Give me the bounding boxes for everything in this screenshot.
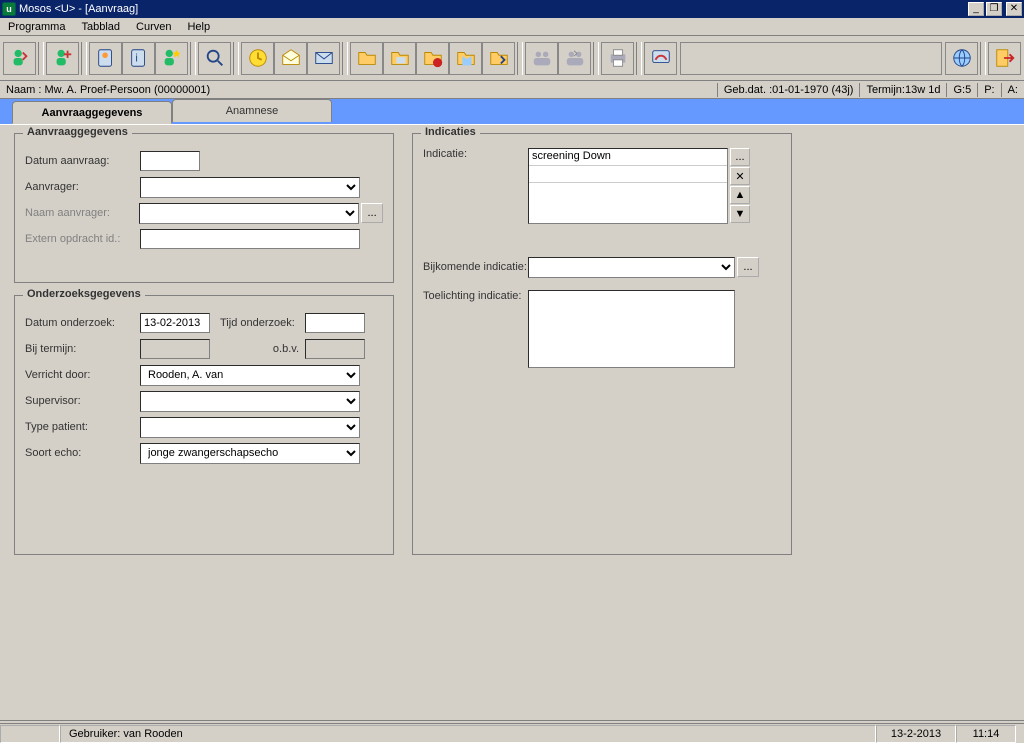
label-datum-onderzoek: Datum onderzoek: [25,317,140,329]
group-legend: Onderzoeksgegevens [23,288,145,300]
patient-termijn: Termijn:13w 1d [859,83,946,97]
tool-folder-1[interactable] [350,42,383,75]
window-title: Mosos <U> - [Aanvraag] [19,3,138,15]
tool-print[interactable] [601,42,634,75]
textarea-toelichting-indicatie[interactable] [528,290,735,368]
button-bijkomende-ellipsis[interactable]: ... [737,257,759,277]
app-icon: u [2,2,16,16]
tool-folder-warn[interactable] [416,42,449,75]
label-aanvrager: Aanvrager: [25,181,140,193]
input-tijd-onderzoek[interactable] [305,313,365,333]
list-item[interactable]: screening Down [529,149,727,166]
tab-label: Anamnese [226,105,279,117]
group-aanvraaggegevens: Aanvraaggegevens Datum aanvraag: Aanvrag… [14,133,394,283]
patient-name: Naam : Mw. A. Proef-Persoon (00000001) [0,83,216,97]
select-supervisor[interactable] [140,391,360,412]
input-datum-aanvraag[interactable] [140,151,200,171]
status-left-blank [0,725,60,743]
svg-text:i: i [135,53,137,65]
button-indicatie-up[interactable]: ▲ [730,186,750,204]
label-extern-opdracht: Extern opdracht id.: [25,233,140,245]
button-indicatie-remove[interactable]: ✕ [730,167,750,185]
label-verricht-door: Verricht door: [25,369,140,381]
label-indicatie: Indicatie: [423,148,528,160]
select-type-patient[interactable] [140,417,360,438]
input-datum-onderzoek[interactable] [140,313,210,333]
button-indicatie-down[interactable]: ▼ [730,205,750,223]
patient-g: G:5 [946,83,977,97]
restore-button[interactable]: ❐ [986,2,1002,16]
label-tijd-onderzoek: Tijd onderzoek: [220,317,305,329]
group-indicaties: Indicaties Indicatie: screening Down ...… [412,133,792,555]
toolbar: i [0,36,1024,81]
label-datum-aanvraag: Datum aanvraag: [25,155,140,167]
button-indicatie-ellipsis[interactable]: ... [730,148,750,166]
label-supervisor: Supervisor: [25,395,140,407]
tool-clock[interactable] [241,42,274,75]
content-area: Aanvraaggegevens Datum aanvraag: Aanvrag… [0,124,1024,708]
tool-person-back[interactable] [3,42,36,75]
tool-folder-2[interactable] [383,42,416,75]
label-bij-termijn: Bij termijn: [25,343,140,355]
minimize-button[interactable]: _ [968,2,984,16]
status-time: 11:14 [956,725,1016,743]
label-toelichting-indicatie: Toelichting indicatie: [423,290,528,302]
label-obv: o.b.v. [220,343,305,355]
menu-curven[interactable]: Curven [128,20,179,34]
tool-mail-open[interactable] [274,42,307,75]
button-naam-aanvrager-ellipsis[interactable]: ... [361,203,383,223]
tab-anamnese[interactable]: Anamnese [172,99,332,122]
close-window-button[interactable]: ✕ [1006,2,1022,16]
select-bijkomende-indicatie[interactable] [528,257,735,278]
tab-aanvraaggegevens[interactable]: Aanvraaggegevens [12,101,172,124]
select-verricht-door[interactable]: Rooden, A. van [140,365,360,386]
input-extern-opdracht[interactable] [140,229,360,249]
input-obv [305,339,365,359]
list-indicatie[interactable]: screening Down [528,148,728,224]
info-bar: Naam : Mw. A. Proef-Persoon (00000001) G… [0,81,1024,99]
tool-group-2[interactable] [558,42,591,75]
tool-mail-send[interactable] [307,42,340,75]
tool-group-1[interactable] [525,42,558,75]
tab-strip: Aanvraaggegevens Anamnese [0,99,1024,124]
input-bij-termijn [140,339,210,359]
select-naam-aanvrager[interactable] [139,203,359,224]
select-soort-echo[interactable]: jonge zwangerschapsecho [140,443,360,464]
tool-globe[interactable] [945,42,978,75]
tool-screen[interactable] [644,42,677,75]
tool-folder-3[interactable] [449,42,482,75]
label-soort-echo: Soort echo: [25,447,140,459]
menu-help[interactable]: Help [179,20,218,34]
group-onderzoeksgegevens: Onderzoeksgegevens Datum onderzoek: Tijd… [14,295,394,555]
list-item-empty[interactable] [529,166,727,183]
tool-exit[interactable] [988,42,1021,75]
menu-programma[interactable]: Programma [0,20,73,34]
patient-a: A: [1001,83,1024,97]
tool-person-add[interactable] [46,42,79,75]
select-aanvrager[interactable] [140,177,360,198]
menu-bar: Programma Tabblad Curven Help [0,18,1024,36]
title-bar: u Mosos <U> - [Aanvraag] _ ❐ ✕ [0,0,1024,18]
status-user: Gebruiker: van Rooden [60,725,876,743]
label-type-patient: Type patient: [25,421,140,433]
label-naam-aanvrager: Naam aanvrager: [25,207,139,219]
tool-clipboard-info[interactable]: i [122,42,155,75]
menu-tabblad[interactable]: Tabblad [73,20,128,34]
tab-label: Aanvraaggegevens [42,107,143,119]
patient-gebdat: Geb.dat. :01-01-1970 (43j) [717,83,860,97]
label-bijkomende-indicatie: Bijkomende indicatie: [423,261,528,273]
group-legend: Aanvraaggegevens [23,126,132,138]
patient-p: P: [977,83,1000,97]
tool-clipboard-person[interactable] [89,42,122,75]
status-bar: Gebruiker: van Rooden 13-2-2013 11:14 [0,723,1024,743]
tool-person-star[interactable] [155,42,188,75]
tool-folder-4[interactable] [482,42,515,75]
toolbar-spacer [680,42,942,75]
status-date: 13-2-2013 [876,725,956,743]
tool-search[interactable] [198,42,231,75]
group-legend: Indicaties [421,126,480,138]
